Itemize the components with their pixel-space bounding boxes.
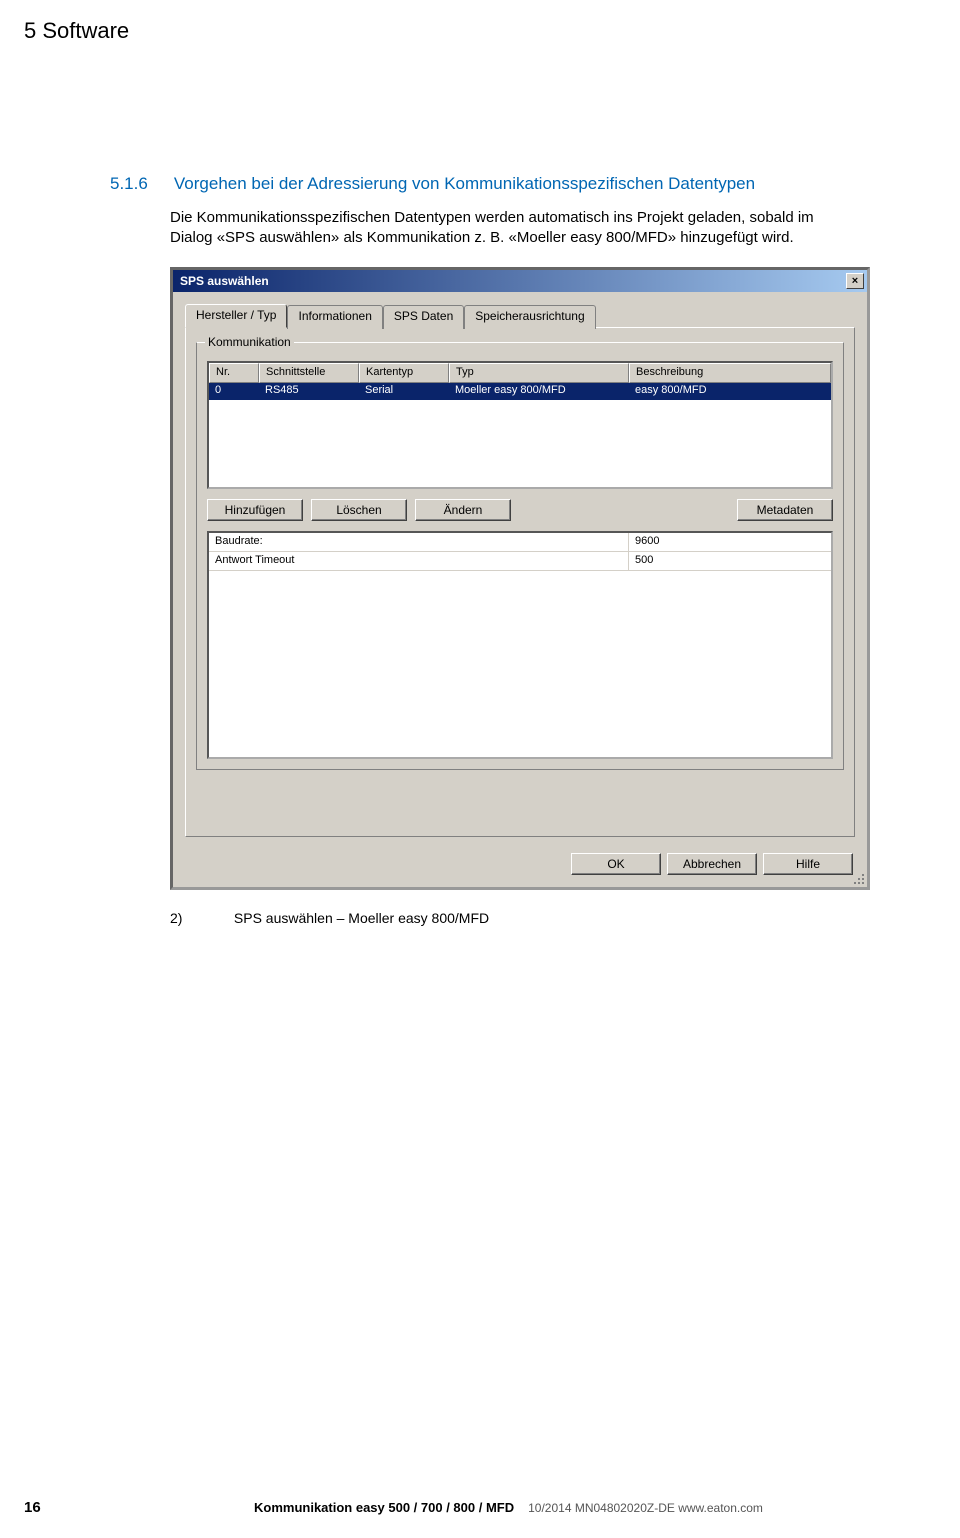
prop-value-baudrate[interactable]: 9600 bbox=[629, 533, 831, 551]
button-row: Hinzufügen Löschen Ändern Metadaten bbox=[207, 499, 833, 521]
group-kommunikation: Kommunikation Nr. Schnittstelle Kartenty… bbox=[196, 342, 844, 770]
metadata-button[interactable]: Metadaten bbox=[737, 499, 833, 521]
dialog-titlebar: SPS auswählen × bbox=[173, 270, 867, 292]
group-label: Kommunikation bbox=[205, 335, 294, 349]
col-kartentyp[interactable]: Kartentyp bbox=[359, 363, 449, 383]
figure-caption: 2) SPS auswählen – Moeller easy 800/MFD bbox=[170, 910, 850, 926]
col-schnittstelle[interactable]: Schnittstelle bbox=[259, 363, 359, 383]
section-number: 5.1.6 bbox=[110, 174, 170, 194]
footer-meta: 10/2014 MN04802020Z-DE www.eaton.com bbox=[528, 1501, 763, 1515]
page-number: 16 bbox=[24, 1499, 254, 1516]
close-button[interactable]: × bbox=[846, 273, 864, 289]
resize-grip-icon[interactable] bbox=[851, 871, 865, 885]
col-nr[interactable]: Nr. bbox=[209, 363, 259, 383]
edit-button[interactable]: Ändern bbox=[415, 499, 511, 521]
section-title: Vorgehen bei der Adressierung von Kommun… bbox=[174, 174, 755, 194]
tab-sps-daten[interactable]: SPS Daten bbox=[383, 305, 464, 329]
caption-text: SPS auswählen – Moeller easy 800/MFD bbox=[234, 910, 489, 926]
delete-button[interactable]: Löschen bbox=[311, 499, 407, 521]
dialog-title: SPS auswählen bbox=[176, 274, 846, 288]
cell-besch: easy 800/MFD bbox=[629, 383, 831, 400]
section: 5.1.6 Vorgehen bei der Adressierung von … bbox=[110, 174, 850, 926]
listview[interactable]: Nr. Schnittstelle Kartentyp Typ Beschrei… bbox=[207, 361, 833, 489]
add-button[interactable]: Hinzufügen bbox=[207, 499, 303, 521]
prop-label-baudrate: Baudrate: bbox=[209, 533, 629, 551]
prop-row-timeout[interactable]: Antwort Timeout 500 bbox=[209, 552, 831, 571]
tab-panel: Kommunikation Nr. Schnittstelle Kartenty… bbox=[185, 327, 855, 837]
col-beschreibung[interactable]: Beschreibung bbox=[629, 363, 831, 383]
tab-hersteller[interactable]: Hersteller / Typ bbox=[185, 304, 287, 328]
listview-row-selected[interactable]: 0 RS485 Serial Moeller easy 800/MFD easy… bbox=[209, 383, 831, 400]
tabstrip: Hersteller / Typ Informationen SPS Daten… bbox=[185, 304, 855, 328]
cell-nr: 0 bbox=[209, 383, 259, 400]
prop-value-timeout[interactable]: 500 bbox=[629, 552, 831, 570]
section-body: Die Kommunikationsspezifischen Datentype… bbox=[170, 208, 830, 249]
cell-schnittstelle: RS485 bbox=[259, 383, 359, 400]
prop-row-baudrate[interactable]: Baudrate: 9600 bbox=[209, 533, 831, 552]
tab-informationen[interactable]: Informationen bbox=[287, 305, 382, 329]
page-header: 5 Software bbox=[0, 0, 960, 44]
tab-speicher[interactable]: Speicherausrichtung bbox=[464, 305, 595, 329]
page-footer: 16 Kommunikation easy 500 / 700 / 800 / … bbox=[0, 1499, 960, 1516]
footer-doc-title: Kommunikation easy 500 / 700 / 800 / MFD bbox=[254, 1500, 514, 1515]
help-button[interactable]: Hilfe bbox=[763, 853, 853, 875]
cell-kartentyp: Serial bbox=[359, 383, 449, 400]
cancel-button[interactable]: Abbrechen bbox=[667, 853, 757, 875]
listview-header: Nr. Schnittstelle Kartentyp Typ Beschrei… bbox=[209, 363, 831, 383]
property-grid[interactable]: Baudrate: 9600 Antwort Timeout 500 bbox=[207, 531, 833, 759]
dialog-sps-auswaehlen: SPS auswählen × Hersteller / Typ Informa… bbox=[170, 267, 870, 890]
prop-label-timeout: Antwort Timeout bbox=[209, 552, 629, 570]
dialog-body: Hersteller / Typ Informationen SPS Daten… bbox=[173, 292, 867, 845]
dialog-button-bar: OK Abbrechen Hilfe bbox=[173, 845, 867, 887]
caption-number: 2) bbox=[170, 910, 230, 926]
cell-typ: Moeller easy 800/MFD bbox=[449, 383, 629, 400]
col-typ[interactable]: Typ bbox=[449, 363, 629, 383]
ok-button[interactable]: OK bbox=[571, 853, 661, 875]
